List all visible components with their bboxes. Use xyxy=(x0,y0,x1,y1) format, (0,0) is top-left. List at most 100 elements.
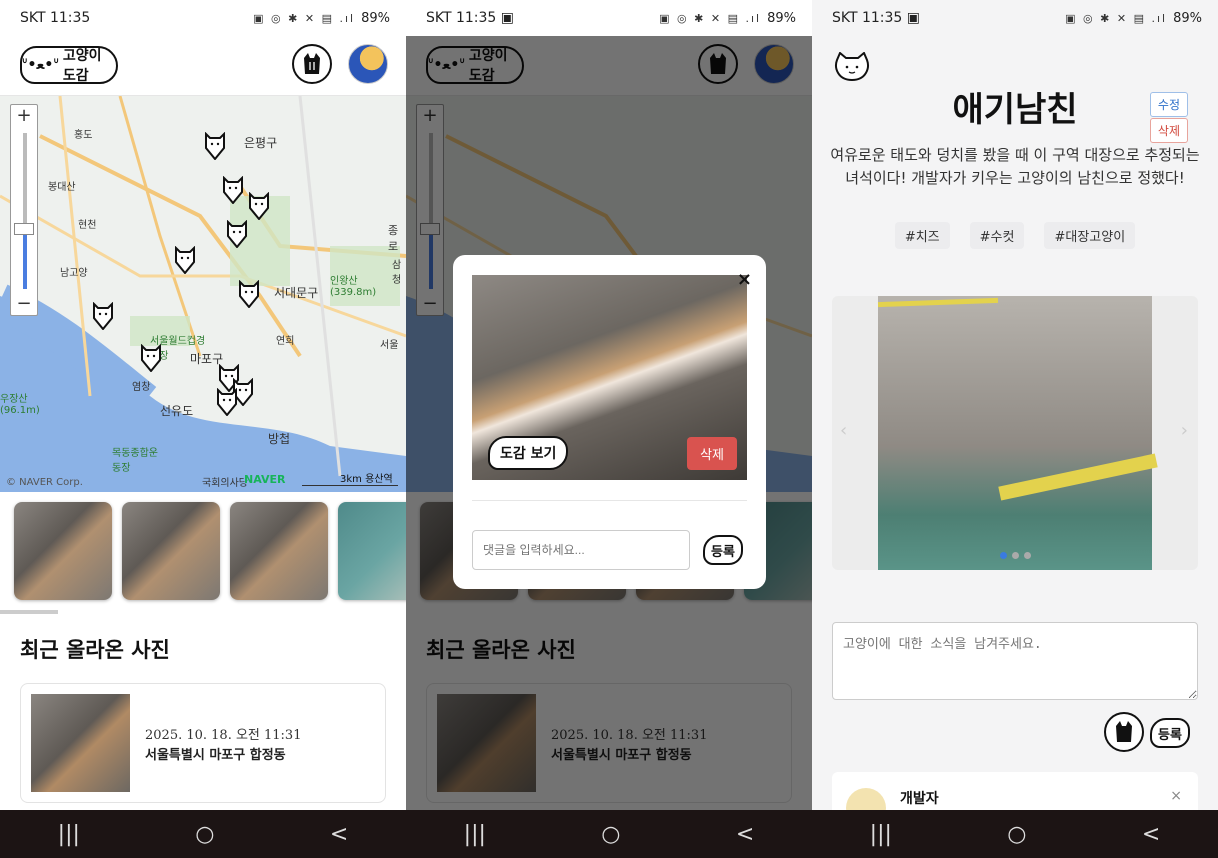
tag[interactable]: #치즈 xyxy=(894,222,950,249)
logo-cat-face: ᐡ•ﻌ•ᐡ xyxy=(22,57,59,73)
comment-input[interactable] xyxy=(472,530,690,570)
tag[interactable]: #수컷 xyxy=(969,222,1025,249)
view-dogam-button[interactable]: 도감 보기 xyxy=(488,436,569,470)
map-label: 인왕산 (339.8m) xyxy=(330,276,377,298)
cat-description: 여유로운 태도와 덩치를 봤을 때 이 구역 대장으로 추정되는 녀석이다! 개… xyxy=(830,146,1200,187)
cat-map-marker-icon[interactable] xyxy=(204,132,226,160)
photo-thumbnail[interactable] xyxy=(230,502,328,600)
map-label: 종로 xyxy=(388,224,399,253)
divider xyxy=(472,500,747,501)
close-icon[interactable]: × xyxy=(737,269,752,290)
cat-silhouette-icon xyxy=(1116,721,1132,742)
cat-upload-button[interactable] xyxy=(292,44,332,84)
map-zoom-control: + − xyxy=(10,104,38,316)
recents-button[interactable]: ||| xyxy=(870,822,892,847)
status-time: SKT 11:35 ▣ xyxy=(426,10,515,26)
map-label: 연희 xyxy=(276,336,295,347)
recent-address: 서울특별시 마포구 합정동 xyxy=(145,748,286,763)
register-news-button[interactable]: 등록 xyxy=(1150,718,1190,748)
map-label: 염창 xyxy=(132,382,151,393)
map-label: 봉대산 xyxy=(48,182,76,193)
system-nav-bar: ||| ○ < xyxy=(812,810,1218,858)
edit-button[interactable]: 수정 xyxy=(1149,92,1188,117)
battery-text: 89% xyxy=(1173,10,1202,26)
map-scale: 3km 용산역 xyxy=(302,470,398,486)
section-title: 최근 올라온 사진 xyxy=(20,638,170,662)
app-bar: ᐡ•ﻌ•ᐡ고양이 도감 xyxy=(0,36,406,96)
zoom-in-button[interactable]: + xyxy=(11,105,37,127)
home-button[interactable]: ○ xyxy=(601,822,620,847)
home-button[interactable]: ○ xyxy=(1007,822,1026,847)
cat-map-marker-icon[interactable] xyxy=(92,302,114,330)
map-label: 서울 xyxy=(380,340,399,351)
profile-avatar[interactable] xyxy=(348,44,388,84)
map-label: 방첩 xyxy=(268,432,291,446)
screen-cat-detail: SKT 11:35 ▣ ▣ ◎ ✱ ✕ ▤ .ıl 89% 애기남친 수정 삭제… xyxy=(812,0,1218,858)
map-label: 은평구 xyxy=(244,136,278,150)
photo-modal: 도감 보기 삭제 × 등록 xyxy=(453,255,766,589)
status-icons: ▣ ◎ ✱ ✕ ▤ .ıl xyxy=(253,11,356,25)
cat-upload-button[interactable] xyxy=(1104,712,1144,752)
map-label: 삼청 xyxy=(392,260,402,286)
zoom-out-button[interactable]: − xyxy=(11,293,37,315)
cat-map[interactable]: + − 은평구 홍도 봉대산 현천 남고양 서대문구 인왕산 (339.8m) … xyxy=(0,96,406,492)
status-icons: ▣ ◎ ✱ ✕ ▤ .ıl xyxy=(1065,11,1168,25)
map-label: 국회의사당 xyxy=(202,478,248,489)
cat-map-marker-icon[interactable] xyxy=(216,388,238,416)
cat-map-marker-icon[interactable] xyxy=(222,176,244,204)
tag[interactable]: #대장고양이 xyxy=(1044,222,1136,249)
recents-button[interactable]: ||| xyxy=(58,822,80,847)
cat-map-marker-icon[interactable] xyxy=(140,344,162,372)
carousel-dot[interactable] xyxy=(999,552,1007,559)
app-logo[interactable]: ᐡ•ﻌ•ᐡ고양이 도감 xyxy=(20,46,118,84)
system-nav-bar: ||| ○ < xyxy=(0,810,406,858)
carousel-next-icon[interactable]: › xyxy=(1181,420,1188,441)
map-label: 우장산 (96.1m) xyxy=(0,394,40,416)
naver-logo: NAVER xyxy=(244,473,286,486)
screen-map-home: SKT 11:35 ▣ ◎ ✱ ✕ ▤ .ıl 89% ᐡ•ﻌ•ᐡ 고양이 도감 … xyxy=(0,0,406,858)
tag-list: #치즈 #수컷 #대장고양이 xyxy=(812,222,1218,249)
back-button[interactable]: < xyxy=(1142,822,1160,847)
cat-detail: 애기남친 수정 삭제 여유로운 태도와 덩치를 봤을 때 이 구역 대장으로 추… xyxy=(812,36,1218,832)
register-comment-button[interactable]: 등록 xyxy=(703,535,743,565)
map-label: 서대문구 xyxy=(274,286,319,300)
photo-carousel[interactable]: ‹ › xyxy=(832,296,1198,570)
screen-photo-modal: SKT 11:35 ▣ ▣ ◎ ✱ ✕ ▤ .ıl 89% ᐡ•ﻌ•ᐡ고양이 도… xyxy=(406,0,812,858)
cat-map-marker-icon[interactable] xyxy=(226,220,248,248)
battery-text: 89% xyxy=(767,10,796,26)
close-icon[interactable]: × xyxy=(1170,788,1182,804)
recent-date: 2025. 10. 18. 오전 11:31 xyxy=(145,728,302,743)
carousel-prev-icon[interactable]: ‹ xyxy=(840,420,847,441)
back-button[interactable]: < xyxy=(330,822,348,847)
cat-map-marker-icon[interactable] xyxy=(174,246,196,274)
carousel-photo xyxy=(877,296,1158,570)
photo-thumbnail[interactable] xyxy=(122,502,220,600)
delete-button[interactable]: 삭제 xyxy=(1149,118,1188,143)
map-label: 현천 xyxy=(78,220,97,231)
status-icons: ▣ ◎ ✱ ✕ ▤ .ıl xyxy=(659,11,762,25)
carousel-dots xyxy=(832,552,1198,559)
map-label: 선유도 xyxy=(160,404,194,418)
recents-button[interactable]: ||| xyxy=(464,822,486,847)
cat-map-marker-icon[interactable] xyxy=(238,280,260,308)
back-button[interactable]: < xyxy=(736,822,754,847)
cat-map-marker-icon[interactable] xyxy=(248,192,270,220)
photo-thumbnail[interactable] xyxy=(14,502,112,600)
photo-thumbnail[interactable] xyxy=(338,502,406,600)
battery-text: 89% xyxy=(361,10,390,26)
photo-strip[interactable] xyxy=(0,492,406,614)
carousel-dot[interactable] xyxy=(1011,552,1019,559)
cat-face-icon[interactable] xyxy=(834,52,870,82)
strip-scrollbar[interactable] xyxy=(0,610,58,614)
system-nav-bar: ||| ○ < xyxy=(406,810,812,858)
cat-silhouette-icon xyxy=(304,53,320,74)
zoom-slider-handle[interactable] xyxy=(14,223,34,235)
carousel-dot[interactable] xyxy=(1023,552,1031,559)
cat-news-input[interactable] xyxy=(832,622,1198,700)
delete-photo-button[interactable]: 삭제 xyxy=(687,437,737,470)
status-bar: SKT 11:35 ▣ ▣ ◎ ✱ ✕ ▤ .ıl 89% xyxy=(406,0,812,36)
map-label: 목동종합운동장 xyxy=(112,448,158,474)
home-button[interactable]: ○ xyxy=(195,822,214,847)
recent-photo-card[interactable]: 2025. 10. 18. 오전 11:31 서울특별시 마포구 합정동 xyxy=(20,683,386,803)
comment-author: 개발자 xyxy=(900,791,939,807)
